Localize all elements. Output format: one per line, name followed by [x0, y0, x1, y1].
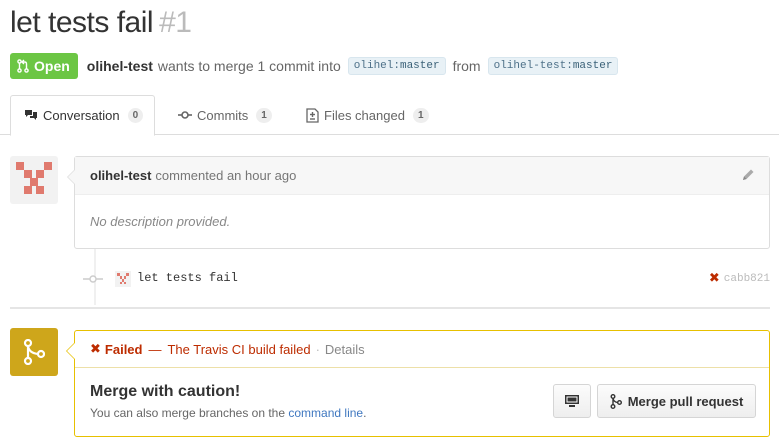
comment-body: No description provided. — [90, 214, 231, 229]
commit-message-link[interactable]: let tests fail — [137, 271, 238, 285]
merge-subtext-prefix: You can also merge branches on the — [90, 406, 286, 420]
merge-panel: ✖ Failed — The Travis CI build failed · … — [66, 330, 770, 437]
x-failure-icon: ✖ — [90, 341, 101, 357]
device-desktop-icon — [565, 395, 579, 407]
tab-conversation[interactable]: Conversation 0 — [10, 95, 155, 136]
pr-author-link[interactable]: olihel-test — [87, 58, 153, 74]
command-line-link[interactable]: command line — [288, 406, 363, 420]
head-branch-name: master — [572, 60, 613, 72]
comment-header: olihel-test commented an hour ago — [75, 157, 769, 195]
comment-discussion-icon — [25, 110, 37, 120]
merge-message: Merge with caution! You can also merge b… — [90, 383, 366, 420]
commit-row: let tests fail ✖ cabb821 — [80, 268, 770, 290]
identicon-image — [16, 162, 52, 194]
tab-files-changed-count: 1 — [412, 107, 429, 123]
git-commit-icon — [178, 111, 192, 119]
ci-status-label: Failed — [104, 341, 143, 357]
base-branch[interactable]: olihel:master — [347, 57, 446, 75]
git-merge-icon — [10, 328, 58, 376]
diff-icon — [306, 107, 319, 123]
status-badge: Open — [10, 53, 78, 79]
from-label: from — [452, 58, 481, 74]
commit-sha-link[interactable]: cabb821 — [724, 273, 770, 285]
tab-conversation-count: 0 — [127, 108, 144, 123]
pr-number: #1 — [159, 6, 192, 39]
ci-status-dash: — — [148, 341, 162, 357]
base-branch-name: master — [399, 60, 440, 72]
comment-author[interactable]: olihel-test — [90, 168, 151, 183]
merge-heading: Merge with caution! — [90, 383, 241, 400]
x-failure-icon[interactable]: ✖ — [709, 271, 720, 286]
base-branch-owner: olihel: — [353, 60, 400, 72]
timeline-divider — [10, 307, 770, 309]
tab-commits[interactable]: Commits 1 — [178, 95, 272, 135]
comment-action: commented an hour ago — [155, 168, 297, 183]
git-merge-icon — [610, 393, 622, 409]
pr-title-text: let tests fail — [10, 6, 154, 39]
pr-tabs: Conversation 0 Commits 1 Files changed 1 — [0, 95, 779, 136]
avatar[interactable] — [10, 156, 58, 204]
tab-commits-label: Commits — [197, 107, 249, 123]
tab-files-changed[interactable]: Files changed 1 — [306, 95, 429, 135]
tab-commits-count: 1 — [256, 107, 272, 123]
head-branch[interactable]: olihel-test:master — [487, 57, 619, 75]
ci-details-link[interactable]: Details — [325, 342, 365, 357]
open-in-desktop-button[interactable] — [553, 384, 591, 418]
tab-files-changed-label: Files changed — [324, 107, 405, 123]
commit-author-avatar[interactable] — [115, 271, 131, 287]
status-badge-label: Open — [34, 58, 70, 74]
pencil-icon[interactable] — [741, 168, 755, 185]
head-branch-owner: olihel-test: — [493, 60, 573, 72]
pr-meta: Open olihel-test wants to merge 1 commit… — [10, 53, 625, 79]
merge-subtext: You can also merge branches on the comma… — [90, 406, 366, 420]
tab-conversation-label: Conversation — [43, 108, 120, 123]
git-pull-request-icon — [17, 59, 29, 73]
merge-subtext-end: . — [363, 406, 367, 420]
ci-status-separator: · — [315, 341, 320, 357]
git-commit-icon — [83, 273, 107, 288]
merge-pull-request-button[interactable]: Merge pull request — [597, 384, 756, 418]
merge-description: wants to merge 1 commit into — [157, 58, 341, 74]
comment-box: olihel-test commented an hour ago No des… — [67, 156, 770, 249]
pr-title: let tests fail #1 — [10, 6, 192, 40]
ci-status-line: ✖ Failed — The Travis CI build failed · … — [75, 331, 769, 368]
commit-sha: ✖ cabb821 — [709, 271, 770, 286]
merge-pull-request-label: Merge pull request — [627, 393, 744, 409]
ci-status-description: The Travis CI build failed — [167, 341, 311, 357]
